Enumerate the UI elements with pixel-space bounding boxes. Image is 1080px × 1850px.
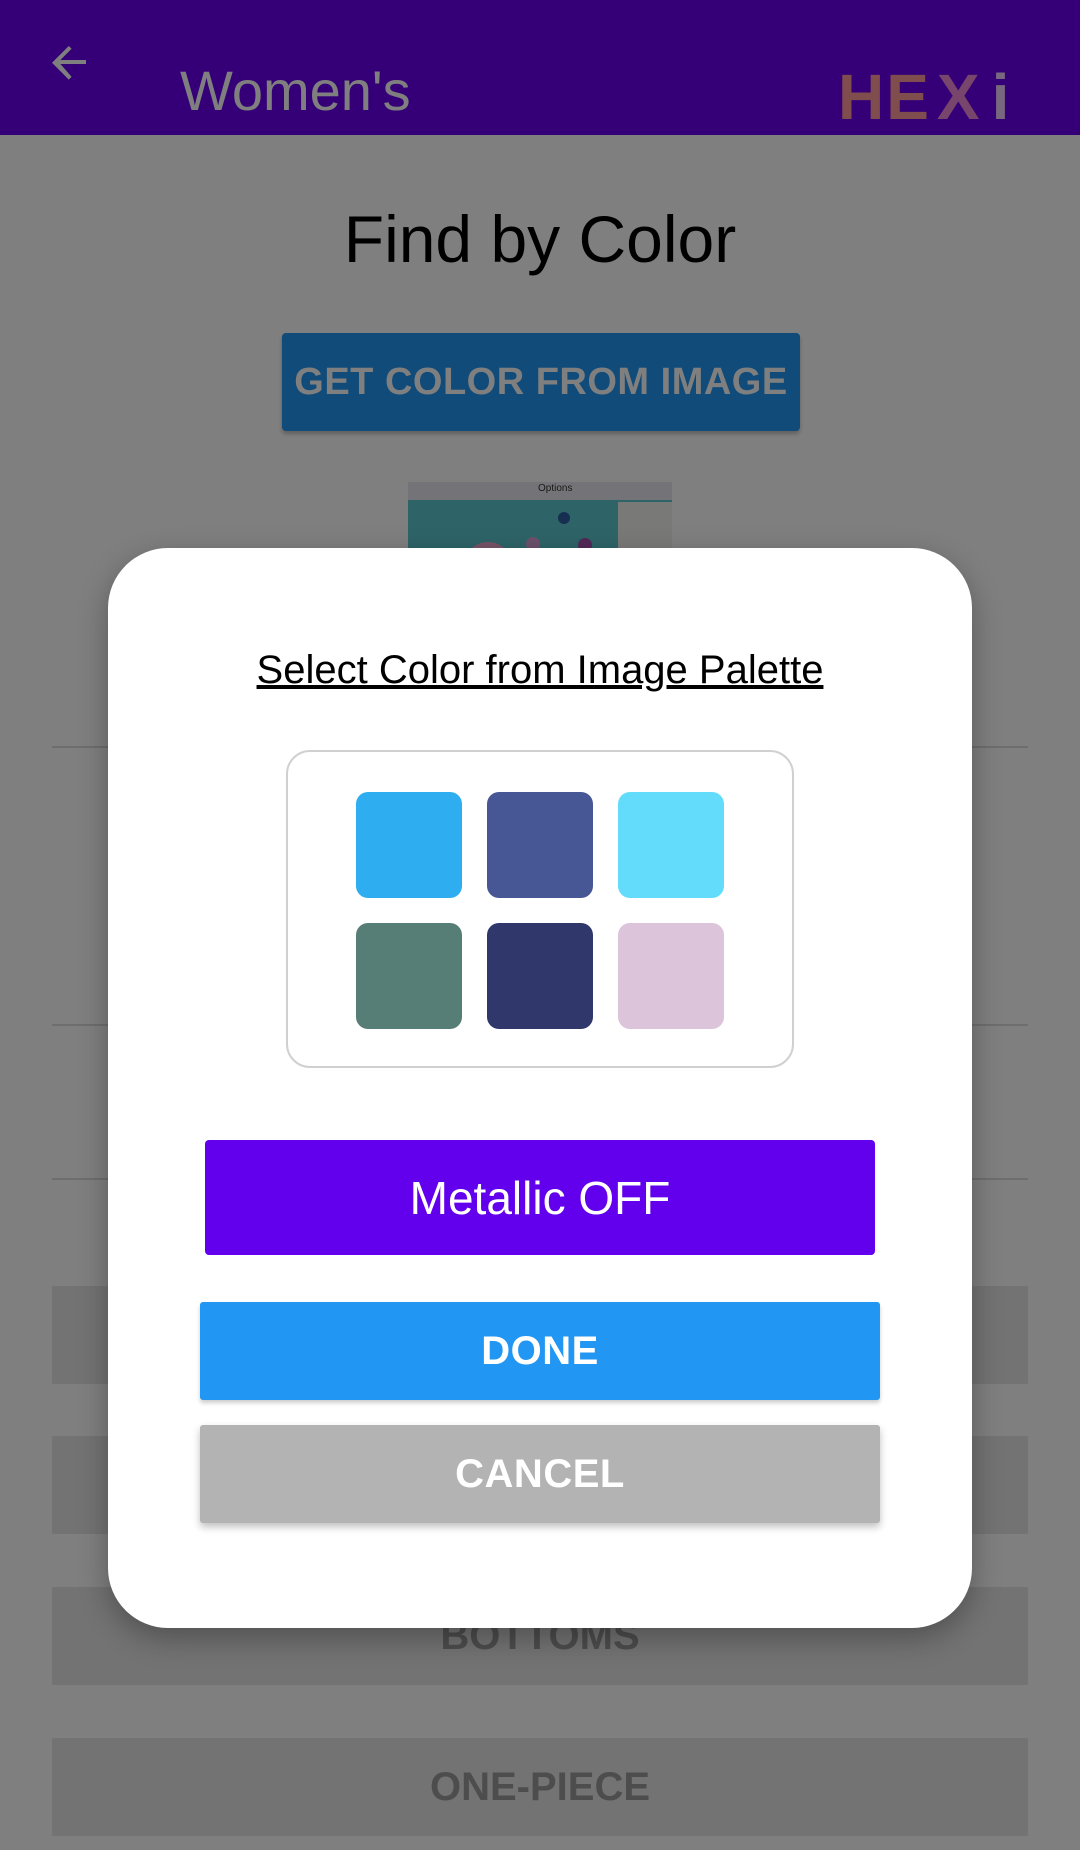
done-button[interactable]: DONE (200, 1302, 880, 1400)
color-swatch[interactable] (356, 792, 462, 898)
color-swatch[interactable] (618, 923, 724, 1029)
color-swatch[interactable] (487, 923, 593, 1029)
screen: Women's H E X i Find by Color GET COLOR … (0, 0, 1080, 1850)
color-swatch[interactable] (487, 792, 593, 898)
color-palette-dialog: Select Color from Image Palette Metallic… (108, 548, 972, 1628)
palette-grid (286, 750, 794, 1068)
metallic-toggle-button[interactable]: Metallic OFF (205, 1140, 875, 1255)
dialog-title: Select Color from Image Palette (256, 648, 824, 692)
color-swatch[interactable] (356, 923, 462, 1029)
color-swatch[interactable] (618, 792, 724, 898)
cancel-button[interactable]: CANCEL (200, 1425, 880, 1523)
